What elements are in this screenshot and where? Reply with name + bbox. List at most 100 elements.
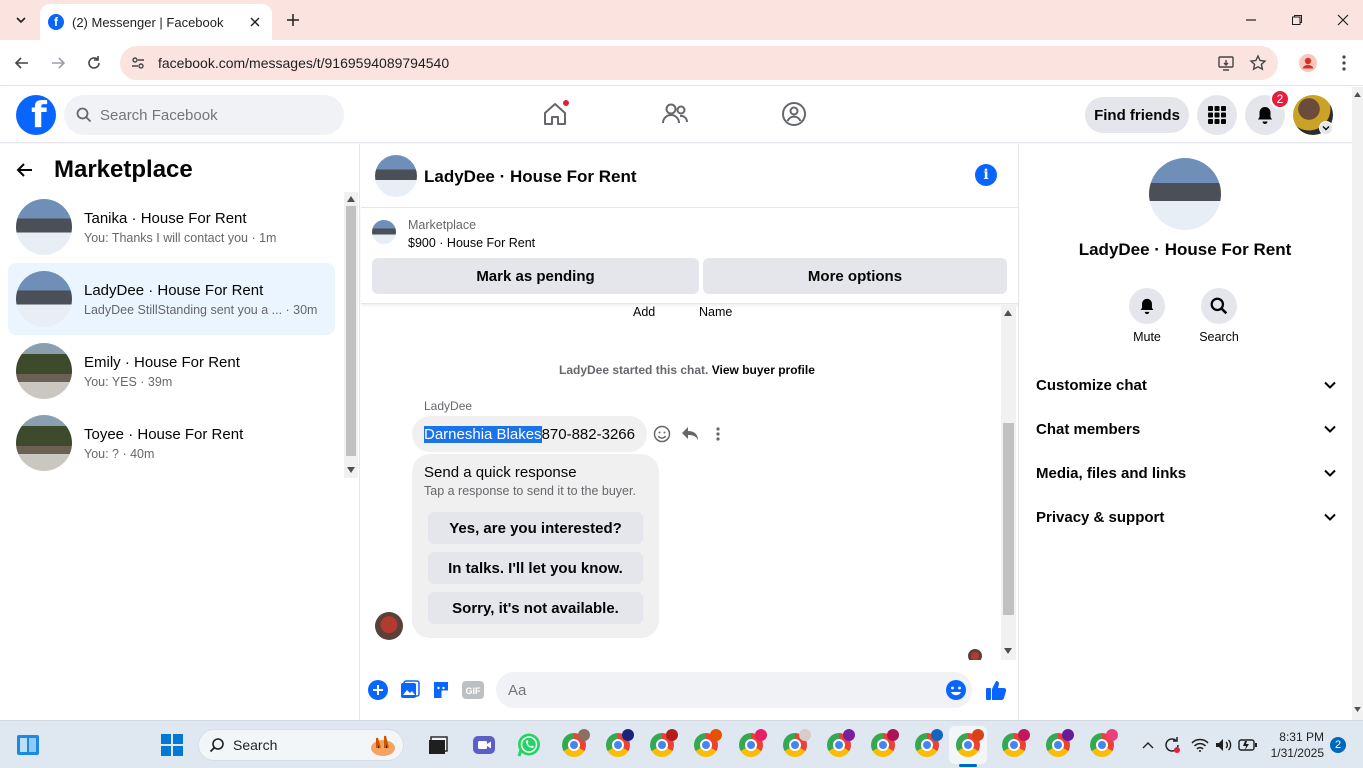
thumbs-up-icon[interactable] (984, 678, 1008, 702)
search-icon[interactable] (1201, 288, 1237, 324)
minimize-window-icon[interactable] (1228, 0, 1274, 40)
chat-title[interactable]: LadyDee · House For Rent (424, 167, 637, 187)
add-label[interactable]: Add (633, 305, 655, 319)
quick-response-subtitle: Tap a response to send it to the buyer. (424, 484, 636, 498)
message-text: 870-882-3266 (541, 425, 635, 443)
new-tab-plus-icon[interactable] (282, 9, 304, 31)
chat-avatar[interactable] (375, 155, 417, 197)
conversation-item-tanika[interactable]: Tanika · House For Rent You: Thanks I wi… (8, 191, 335, 263)
chrome-profile-2-icon[interactable] (604, 729, 634, 759)
mark-as-pending-button[interactable]: Mark as pending (372, 258, 699, 294)
address-bar[interactable]: facebook.com/messages/t/9169594089794540 (120, 46, 1278, 80)
start-windows-icon[interactable] (158, 731, 186, 759)
bell-icon[interactable] (1129, 288, 1165, 324)
chrome-profile-9-icon[interactable] (913, 729, 943, 759)
close-window-icon[interactable] (1320, 0, 1363, 40)
sender-avatar[interactable] (375, 612, 403, 640)
conversation-name: Toyee · House For Rent (84, 425, 244, 443)
widgets-icon[interactable] (14, 731, 42, 759)
bookmark-star-icon[interactable] (1244, 46, 1272, 80)
conversation-item-ladydee[interactable]: LadyDee · House For Rent LadyDee StillSt… (8, 263, 335, 335)
facebook-logo-icon[interactable]: f (16, 95, 56, 135)
restore-window-icon[interactable] (1274, 0, 1320, 40)
site-settings-icon[interactable] (128, 53, 148, 73)
facebook-top-nav: f Find friends (0, 87, 1352, 143)
battery-icon[interactable] (1234, 731, 1262, 759)
notification-center-badge[interactable]: 2 (1330, 737, 1346, 753)
browser-menu-icon[interactable] (1330, 49, 1358, 77)
chrome-profile-1-icon[interactable] (560, 729, 590, 759)
tab-search-button[interactable] (8, 7, 34, 33)
chrome-profile-11-icon[interactable] (1044, 729, 1074, 759)
react-smiley-icon[interactable] (652, 424, 672, 444)
info-icon[interactable]: i (975, 164, 997, 186)
listing-price[interactable]: $900 · House For Rent (408, 236, 535, 250)
back-arrow-icon[interactable] (16, 161, 34, 179)
more-options-dots-icon[interactable] (708, 424, 728, 444)
gif-icon[interactable]: GIF (461, 678, 485, 702)
system-clock[interactable]: 8:31 PM 1/31/2025 (1266, 729, 1324, 761)
task-view-icon[interactable] (424, 731, 452, 759)
listing-thumbnail[interactable] (372, 220, 396, 244)
conversation-item-toyee[interactable]: Toyee · House For Rent You: ? · 40m (8, 407, 335, 479)
view-buyer-profile-link[interactable]: View buyer profile (712, 363, 815, 377)
teams-meet-icon[interactable] (470, 731, 498, 759)
chrome-profile-3-icon[interactable] (648, 729, 678, 759)
privacy-support-section[interactable]: Privacy & support (1028, 495, 1344, 539)
install-app-icon[interactable] (1212, 46, 1240, 80)
chrome-profile-10-icon[interactable] (1000, 729, 1030, 759)
home-icon[interactable] (540, 99, 570, 129)
sync-icon[interactable] (1158, 731, 1186, 759)
taskbar-search[interactable]: Search (198, 729, 404, 761)
chrome-profile-6-icon[interactable] (781, 729, 811, 759)
plus-circle-icon[interactable] (366, 678, 390, 702)
taskbar-search-label: Search (233, 737, 278, 753)
reply-arrow-icon[interactable] (680, 424, 700, 444)
more-options-button[interactable]: More options (703, 258, 1007, 294)
media-files-links-section[interactable]: Media, files and links (1028, 451, 1344, 495)
section-label: Media, files and links (1036, 464, 1187, 482)
sticker-icon[interactable] (429, 678, 453, 702)
quick-response-yes-button[interactable]: Yes, are you interested? (428, 512, 643, 544)
search-action[interactable]: Search (1189, 288, 1249, 344)
chrome-profile-12-icon[interactable] (1088, 729, 1118, 759)
account-chevron-down-icon[interactable] (1319, 121, 1333, 135)
scrollbar-thumb[interactable] (346, 206, 356, 456)
back-arrow-icon[interactable] (8, 49, 36, 77)
message-bubble[interactable]: Darneshia Blakes 870-882-3266 (412, 416, 647, 452)
reload-icon[interactable] (80, 49, 108, 77)
facebook-search[interactable] (64, 95, 344, 135)
message-input[interactable] (508, 681, 928, 699)
facebook-search-input[interactable] (100, 106, 320, 124)
forward-arrow-icon[interactable] (44, 49, 72, 77)
scrollbar-thumb[interactable] (1003, 423, 1014, 615)
chrome-profile-active-icon[interactable] (954, 729, 984, 759)
details-avatar[interactable] (1149, 158, 1221, 230)
profile-avatar-icon[interactable] (1294, 49, 1322, 77)
whatsapp-icon[interactable] (515, 731, 543, 759)
browser-tab-messenger[interactable]: f (2) Messenger | Facebook (40, 4, 272, 40)
chrome-profile-5-icon[interactable] (737, 729, 767, 759)
chat-members-section[interactable]: Chat members (1028, 407, 1344, 451)
chrome-profile-8-icon[interactable] (869, 729, 899, 759)
close-tab-icon[interactable] (246, 13, 264, 31)
customize-chat-section[interactable]: Customize chat (1028, 363, 1344, 407)
menu-grid-icon[interactable] (1197, 95, 1237, 135)
message-input-field[interactable] (496, 672, 972, 708)
conversation-item-emily[interactable]: Emily · House For Rent You: YES · 39m (8, 335, 335, 407)
friends-icon[interactable] (660, 99, 690, 129)
details-name: LadyDee · House For Rent (1078, 240, 1292, 259)
chrome-profile-4-icon[interactable] (692, 729, 722, 759)
quick-response-not-available-button[interactable]: Sorry, it's not available. (428, 592, 643, 624)
page-scrollbar[interactable] (1352, 87, 1363, 720)
mute-action[interactable]: Mute (1117, 288, 1177, 344)
name-label[interactable]: Name (699, 305, 732, 319)
find-friends-button[interactable]: Find friends (1085, 97, 1189, 133)
quick-response-in-talks-button[interactable]: In talks. I'll let you know. (428, 552, 643, 584)
photo-gallery-icon[interactable] (398, 678, 422, 702)
groups-icon[interactable] (779, 99, 809, 129)
conversation-list-scrollbar[interactable] (344, 192, 358, 478)
emoji-picker-icon[interactable] (945, 679, 967, 701)
chat-scrollbar[interactable] (1001, 305, 1016, 660)
chrome-profile-7-icon[interactable] (825, 729, 855, 759)
